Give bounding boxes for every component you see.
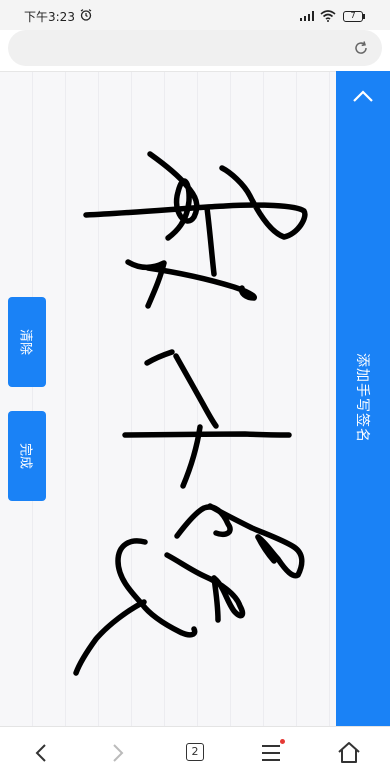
tabs-button[interactable]: 2 xyxy=(182,739,210,767)
bottom-nav: 2 xyxy=(0,726,390,781)
battery-tip xyxy=(363,14,365,19)
tabs-icon: 2 xyxy=(186,743,204,761)
refresh-icon[interactable] xyxy=(353,40,369,56)
menu-button[interactable] xyxy=(258,739,286,767)
chevron-up-icon[interactable] xyxy=(352,89,374,103)
battery-level: 7 xyxy=(350,11,356,20)
forward-icon[interactable] xyxy=(104,739,132,767)
alarm-icon xyxy=(80,9,92,21)
address-bar[interactable] xyxy=(8,30,382,66)
clear-button[interactable]: 清除 xyxy=(8,297,46,387)
back-icon[interactable] xyxy=(27,739,55,767)
battery-icon: 7 xyxy=(343,11,363,22)
signal-icon xyxy=(300,11,314,21)
clear-button-label: 清除 xyxy=(17,328,33,356)
side-panel[interactable]: 添加手写签名 xyxy=(336,71,390,726)
done-button-label: 完成 xyxy=(17,442,33,470)
signature-strokes xyxy=(73,151,308,676)
wifi-icon xyxy=(320,10,336,22)
status-time: 下午3:23 xyxy=(24,10,75,24)
signature-canvas[interactable] xyxy=(0,71,336,727)
status-bar: 下午3:23 7 xyxy=(0,0,390,30)
home-icon[interactable] xyxy=(335,739,363,767)
side-panel-title[interactable]: 添加手写签名 xyxy=(353,353,373,443)
done-button[interactable]: 完成 xyxy=(8,411,46,501)
notification-dot xyxy=(280,739,285,744)
